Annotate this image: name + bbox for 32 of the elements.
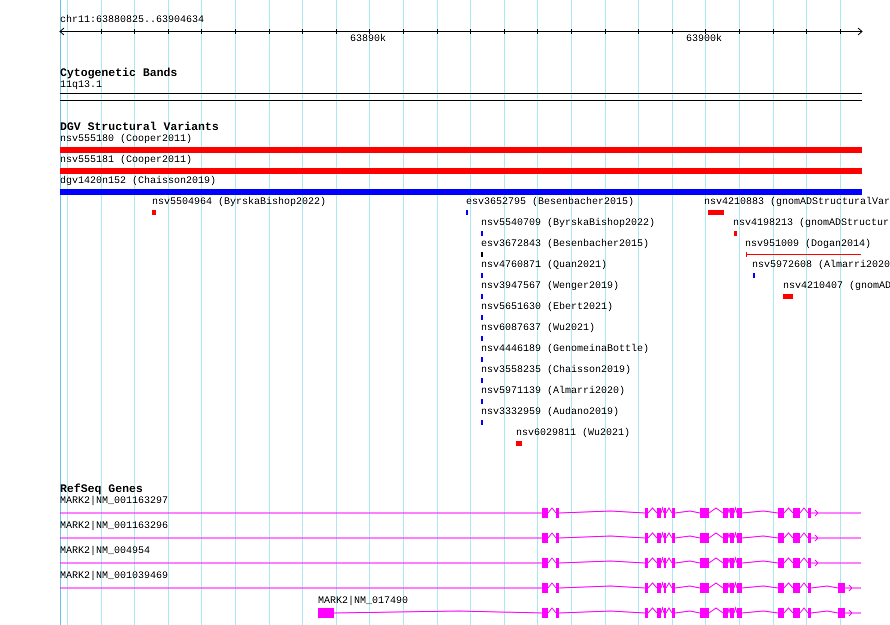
variant-label: nsv3332959 (Audano2019) xyxy=(481,407,620,419)
gene-label: MARK2|NM_001163297 xyxy=(60,496,168,508)
variant-label: nsv555181 (Cooper2011) xyxy=(60,155,192,167)
gene-label: MARK2|NM_017490 xyxy=(318,596,408,608)
tick-label: 63890k xyxy=(350,34,386,46)
variant-label: nsv6087637 (Wu2021) xyxy=(481,323,596,335)
track-title: Cytogenetic Bands xyxy=(60,67,178,80)
variant-label: esv3652795 (Besenbacher2015) xyxy=(466,197,634,209)
track-title: RefSeq Genes xyxy=(60,483,143,496)
variant-label: nsv5972608 (Almarri2020 xyxy=(752,260,890,272)
track-title: DGV Structural Variants xyxy=(60,121,219,134)
variant-label: esv3672843 (Besenbacher2015) xyxy=(481,239,650,251)
variant-label: nsv555180 (Cooper2011) xyxy=(60,134,192,146)
variant-label: nsv5504964 (ByrskaBishop2022) xyxy=(152,197,326,209)
gene-label: MARK2|NM_001039469 xyxy=(60,571,168,583)
variant-label: nsv6029811 (Wu2021) xyxy=(516,428,630,440)
variant-label: nsv4446189 (GenomeinaBottle) xyxy=(481,344,650,356)
variant-label: nsv5971139 (Almarri2020) xyxy=(481,386,626,398)
cytoband-label: 11q13.1 xyxy=(60,80,102,92)
variant-label: nsv4198213 (gnomADStructur xyxy=(733,218,890,230)
variant-label: nsv951009 (Dogan2014) xyxy=(745,239,872,251)
variant-label: nsv4760871 (Quan2021) xyxy=(481,260,608,272)
variant-label: dgv1420n152 (Chaisson2019) xyxy=(60,176,216,188)
variant-label: nsv5651630 (Ebert2021) xyxy=(481,302,614,314)
variant-label: nsv5540709 (ByrskaBishop2022) xyxy=(481,218,656,230)
variant-label: nsv3558235 (Chaisson2019) xyxy=(481,365,632,377)
gene-label: MARK2|NM_001163296 xyxy=(60,521,168,533)
location-label: chr11:63880825..63904634 xyxy=(60,15,204,27)
gene-label: MARK2|NM_004954 xyxy=(60,546,150,558)
variant-label: nsv4210883 (gnomADStructuralVar xyxy=(704,197,890,209)
variant-label: nsv3947567 (Wenger2019) xyxy=(481,281,620,293)
tick-label: 63900k xyxy=(686,34,722,46)
